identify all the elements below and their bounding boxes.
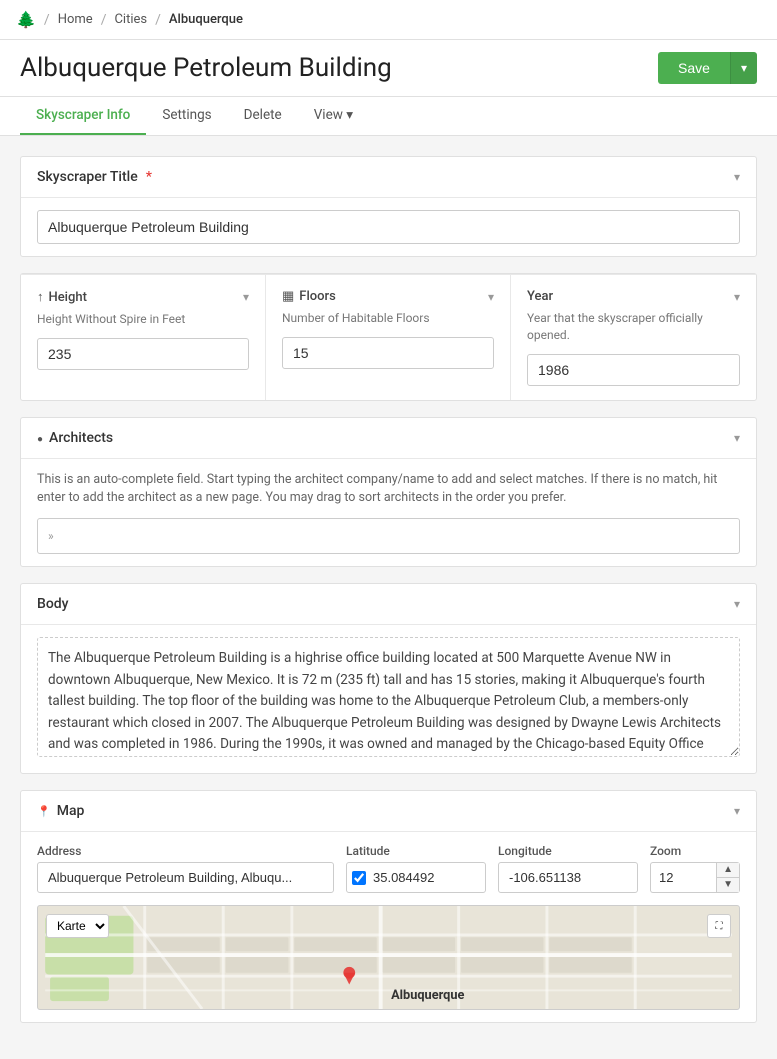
save-button[interactable]: Save <box>658 52 730 84</box>
metrics-section: Height ▾ Height Without Spire in Feet Fl… <box>20 273 757 401</box>
map-inner: Albuquerque Karte ⛶ <box>38 906 739 1009</box>
height-label-group: Height <box>37 289 87 305</box>
zoom-input[interactable] <box>650 862 716 893</box>
latitude-input[interactable] <box>346 862 486 893</box>
address-field-group: Address <box>37 844 334 893</box>
address-input[interactable] <box>37 862 334 893</box>
height-description: Height Without Spire in Feet <box>37 311 249 328</box>
tab-view[interactable]: View ▾ <box>298 97 369 135</box>
map-fullscreen-button[interactable]: ⛶ <box>707 914 731 938</box>
page-title: Albuquerque Petroleum Building <box>20 53 392 83</box>
architects-chevron-icon: ▾ <box>734 431 740 445</box>
body-chevron-icon: ▾ <box>734 597 740 611</box>
year-subsection: Year ▾ Year that the skyscraper official… <box>511 275 756 400</box>
body-label: Body <box>37 596 69 612</box>
map-svg: Albuquerque <box>38 906 739 1009</box>
zoom-up-button[interactable]: ▲ <box>717 863 739 878</box>
save-button-group: Save ▾ <box>658 52 757 84</box>
year-chevron-icon: ▾ <box>734 290 740 304</box>
floors-icon <box>282 289 294 304</box>
height-label: Height <box>49 290 87 305</box>
latitude-field-group: Latitude <box>346 844 486 893</box>
breadcrumb: 🌲 / Home / Cities / Albuquerque <box>0 0 777 40</box>
year-header: Year ▾ <box>527 289 740 304</box>
pin-icon <box>37 803 51 819</box>
longitude-input[interactable] <box>498 862 638 893</box>
tab-bar: Skyscraper Info Settings Delete View ▾ <box>0 97 777 136</box>
architects-section: Architects ▾ This is an auto-complete fi… <box>20 417 757 568</box>
map-fields-grid: Address Latitude Longitude <box>37 844 740 893</box>
year-label: Year <box>527 289 553 304</box>
zoom-label: Zoom <box>650 844 740 858</box>
map-section-body: Address Latitude Longitude <box>21 832 756 1022</box>
height-header: Height ▾ <box>37 289 249 305</box>
floors-label: Floors <box>299 289 336 304</box>
address-label: Address <box>37 844 334 858</box>
architects-label: Architects <box>49 430 113 446</box>
floors-header: Floors ▾ <box>282 289 494 304</box>
longitude-label: Longitude <box>498 844 638 858</box>
year-description: Year that the skyscraper officially open… <box>527 310 740 344</box>
breadcrumb-home[interactable]: Home <box>58 12 93 27</box>
zoom-spinners: ▲ ▼ <box>716 862 740 893</box>
height-chevron-icon: ▾ <box>243 290 249 304</box>
map-type-select[interactable]: Karte <box>46 914 109 938</box>
user-icon <box>37 430 43 446</box>
main-content: Skyscraper Title * ▾ Height ▾ Height Wit… <box>0 136 777 1059</box>
arrow-up-icon <box>37 289 44 305</box>
title-chevron-icon: ▾ <box>734 170 740 184</box>
body-section-body: The Albuquerque Petroleum Building is a … <box>21 625 756 773</box>
floors-subsection: Floors ▾ Number of Habitable Floors <box>266 275 511 400</box>
tab-skyscraper-info[interactable]: Skyscraper Info <box>20 97 146 135</box>
skyscraper-title-input[interactable] <box>37 210 740 244</box>
svg-text:Albuquerque: Albuquerque <box>391 988 464 1003</box>
architects-description: This is an auto-complete field. Start ty… <box>37 471 740 509</box>
title-section-body <box>21 198 756 256</box>
title-section-header[interactable]: Skyscraper Title * ▾ <box>21 157 756 198</box>
floors-label-group: Floors <box>282 289 336 304</box>
architects-section-body: This is an auto-complete field. Start ty… <box>21 459 756 567</box>
breadcrumb-cities[interactable]: Cities <box>114 12 147 27</box>
map-embed: Albuquerque Karte ⛶ <box>37 905 740 1010</box>
zoom-field-group: Zoom ▲ ▼ <box>650 844 740 893</box>
title-section: Skyscraper Title * ▾ <box>20 156 757 257</box>
map-chevron-icon: ▾ <box>734 804 740 818</box>
floors-description: Number of Habitable Floors <box>282 310 494 327</box>
breadcrumb-current: Albuquerque <box>169 12 243 27</box>
floors-input[interactable] <box>282 337 494 369</box>
latitude-label: Latitude <box>346 844 486 858</box>
body-section: Body ▾ The Albuquerque Petroleum Buildin… <box>20 583 757 774</box>
title-required-indicator: * <box>146 169 152 185</box>
zoom-input-group: ▲ ▼ <box>650 862 740 893</box>
body-section-header[interactable]: Body ▾ <box>21 584 756 625</box>
height-subsection: Height ▾ Height Without Spire in Feet <box>21 275 266 400</box>
title-section-label: Skyscraper Title * <box>37 169 152 185</box>
longitude-field-group: Longitude <box>498 844 638 893</box>
tree-icon: 🌲 <box>16 10 36 29</box>
zoom-down-button[interactable]: ▼ <box>717 878 739 892</box>
architects-input[interactable]: » <box>37 518 740 554</box>
architects-label-group: Architects <box>37 430 113 446</box>
map-section-header[interactable]: Map ▾ <box>21 791 756 832</box>
map-label: Map <box>57 803 85 819</box>
architects-arrow-icon: » <box>48 529 54 543</box>
map-section: Map ▾ Address Latitude <box>20 790 757 1023</box>
tab-settings[interactable]: Settings <box>146 97 227 135</box>
tab-delete[interactable]: Delete <box>228 97 298 135</box>
map-label-group: Map <box>37 803 84 819</box>
latitude-checkbox[interactable] <box>352 871 366 885</box>
body-label-group: Body <box>37 596 69 612</box>
floors-chevron-icon: ▾ <box>488 290 494 304</box>
metrics-grid: Height ▾ Height Without Spire in Feet Fl… <box>21 274 756 400</box>
page-header: Albuquerque Petroleum Building Save ▾ <box>0 40 777 97</box>
map-controls: Karte <box>46 914 109 938</box>
architects-section-header[interactable]: Architects ▾ <box>21 418 756 459</box>
fullscreen-icon: ⛶ <box>716 921 723 932</box>
save-dropdown-button[interactable]: ▾ <box>730 52 757 84</box>
year-label-group: Year <box>527 289 553 304</box>
height-input[interactable] <box>37 338 249 370</box>
year-input[interactable] <box>527 354 740 386</box>
body-textarea[interactable]: The Albuquerque Petroleum Building is a … <box>37 637 740 757</box>
